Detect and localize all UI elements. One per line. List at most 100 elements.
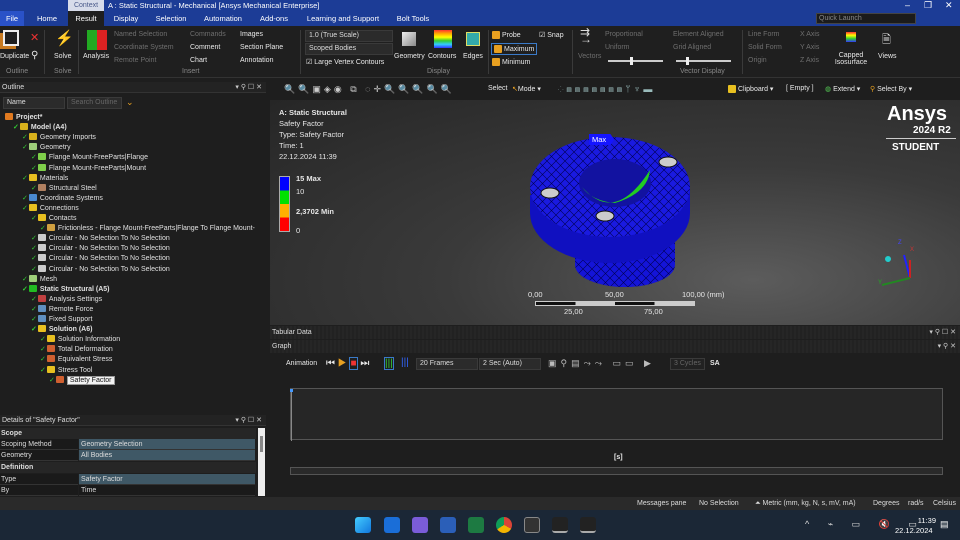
delete-icon[interactable]: ✕: [30, 31, 39, 44]
mechanical-icon[interactable]: [580, 517, 596, 533]
clock-date[interactable]: 22.12.2024: [895, 526, 933, 535]
tree-item[interactable]: ✓ Remote Force: [31, 304, 93, 315]
tab-file[interactable]: File: [0, 11, 24, 26]
tree-item[interactable]: ✓ Equivalent Stress: [40, 355, 112, 365]
excel-icon[interactable]: [468, 517, 484, 533]
animation-controls[interactable]: ⏮ ▶ ■ ⏭: [326, 357, 369, 370]
tree-item[interactable]: Project*: [4, 113, 42, 123]
tree-item[interactable]: ✓ Circular - No Selection To No Selection: [31, 244, 170, 254]
minimum-button[interactable]: Minimum: [492, 58, 530, 66]
messages-pane-button[interactable]: Messages pane: [637, 497, 686, 510]
tabular-data-header[interactable]: Tabular Data ▾ ⚲ ☐ ✕: [270, 326, 960, 339]
tab-home[interactable]: Home: [28, 11, 66, 26]
graph-header[interactable]: Graph ▾ ⚲ ✕: [270, 340, 960, 353]
scope-select[interactable]: Scoped Bodies: [305, 43, 393, 55]
details-value[interactable]: Geometry Selection: [79, 439, 255, 450]
duplicate-button[interactable]: Duplicate: [0, 53, 29, 60]
element-aligned-button[interactable]: Element Aligned: [673, 31, 724, 38]
line-form-button[interactable]: Line Form: [748, 31, 780, 38]
remote-point-button[interactable]: Remote Point: [114, 57, 156, 64]
play-icon[interactable]: ▶: [338, 358, 347, 369]
tree-item[interactable]: ✓ Static Structural (A5): [22, 284, 110, 295]
comment-button[interactable]: Comment: [190, 44, 220, 51]
start-icon[interactable]: [355, 517, 371, 533]
max-probe-label[interactable]: Max: [589, 134, 615, 145]
tree-item[interactable]: ✓ Contacts: [31, 214, 77, 224]
z-axis-button[interactable]: Z Axis: [800, 57, 819, 64]
first-frame-icon[interactable]: ⏮: [326, 358, 335, 369]
stop-icon[interactable]: ■: [349, 357, 358, 370]
contours-button[interactable]: Contours: [428, 53, 456, 60]
maximum-button[interactable]: Maximum: [491, 43, 538, 55]
details-value[interactable]: Safety Factor: [79, 474, 255, 485]
tree-item[interactable]: ✓ Flange Mount-FreeParts|Mount: [31, 163, 146, 174]
tree-item[interactable]: ✓ Coordinate Systems: [22, 193, 103, 204]
views-button[interactable]: Views: [878, 53, 897, 60]
solid-form-button[interactable]: Solid Form: [748, 44, 782, 51]
tree-item[interactable]: ✓ Materials: [22, 173, 68, 184]
clock-time[interactable]: 11:39: [912, 516, 936, 525]
tree-item[interactable]: ✓ Total Deformation: [40, 345, 113, 355]
panel-controls[interactable]: ▾ ⚲ ☐ ✕: [235, 82, 262, 93]
commands-button[interactable]: Commands: [190, 31, 226, 38]
origin-button[interactable]: Origin: [748, 57, 767, 64]
workbench-icon[interactable]: [552, 517, 568, 533]
cycles-input[interactable]: 3 Cycles: [670, 358, 705, 370]
geometry-button[interactable]: Geometry: [394, 53, 425, 60]
sa-button[interactable]: SA: [710, 360, 720, 367]
coordinate-system-button[interactable]: Coordinate System: [114, 44, 174, 51]
filter-chevron-icon[interactable]: ⌄: [126, 97, 134, 108]
details-scrollbar[interactable]: [258, 428, 265, 496]
uniform-button[interactable]: Uniform: [605, 44, 630, 51]
section-plane-button[interactable]: Section Plane: [240, 44, 283, 51]
notifications-icon[interactable]: ▤: [940, 519, 949, 530]
minimize-button[interactable]: –: [905, 0, 910, 11]
analysis-button[interactable]: Analysis: [83, 53, 109, 60]
probe-button[interactable]: Probe: [492, 31, 521, 39]
tree-item[interactable]: ✓ Analysis Settings: [31, 294, 102, 305]
large-vertex-checkbox[interactable]: ☑ Large Vertex Contours: [306, 58, 384, 66]
last-frame-icon[interactable]: ⏭: [360, 358, 369, 369]
notion-icon[interactable]: [524, 517, 540, 533]
tab-add-ons[interactable]: Add-ons: [254, 11, 294, 26]
quick-launch-input[interactable]: Quick Launch: [816, 13, 916, 24]
tree-item[interactable]: ✓ Model (A4): [13, 123, 67, 133]
vector-density-slider[interactable]: [676, 57, 731, 65]
animation-tools-icons[interactable]: ▣⚲▤⤳⤳ ▭▭ ▶: [548, 358, 655, 369]
outline-search-input[interactable]: Search Outline: [67, 97, 122, 109]
panel-controls[interactable]: ▾ ⚲ ✕: [938, 340, 956, 353]
chrome-icon[interactable]: [496, 517, 512, 533]
select-by-button[interactable]: ⚲ Select By ▾: [870, 85, 912, 93]
duration-select[interactable]: 2 Sec (Auto): [479, 358, 541, 370]
tab-display[interactable]: Display: [106, 11, 146, 26]
close-button[interactable]: ✕: [945, 0, 953, 11]
distributed-frames-icon[interactable]: |||: [384, 357, 394, 370]
selection-filter-icons[interactable]: ⁘▤▤▤▤▤▤▤ᛘ♆▬: [558, 84, 655, 94]
word-icon[interactable]: [440, 517, 456, 533]
vectors-button[interactable]: Vectors: [578, 53, 601, 60]
outline-filter-select[interactable]: Name: [3, 97, 65, 109]
vector-length-slider[interactable]: [608, 57, 663, 65]
images-button[interactable]: Images: [240, 31, 263, 38]
x-axis-button[interactable]: X Axis: [800, 31, 819, 38]
extend-button[interactable]: ◍ Extend ▾: [825, 85, 860, 93]
graph-area[interactable]: [290, 388, 943, 441]
flange-model[interactable]: [520, 125, 730, 295]
tree-item[interactable]: ✓ Mesh: [22, 274, 57, 285]
tree-item[interactable]: ✓ Connections: [22, 203, 79, 214]
restore-button[interactable]: ❐: [924, 0, 932, 11]
tab-automation[interactable]: Automation: [198, 11, 248, 26]
proportional-button[interactable]: Proportional: [605, 31, 643, 38]
tab-learning-support[interactable]: Learning and Support: [302, 11, 384, 26]
tab-selection[interactable]: Selection: [150, 11, 192, 26]
copilot-icon[interactable]: [412, 517, 428, 533]
tree-item[interactable]: ✓ Flange Mount-FreeParts|Flange: [31, 153, 148, 163]
mode-button[interactable]: ↖Mode ▾: [512, 85, 541, 93]
tree-item[interactable]: ✓ Circular - No Selection To No Selection: [31, 264, 170, 275]
outlook-icon[interactable]: [384, 517, 400, 533]
graphics-viewport[interactable]: A: Static Structural Safety Factor Type:…: [270, 100, 960, 325]
timeline-scrollbar[interactable]: [290, 467, 943, 475]
solve-button[interactable]: Solve: [54, 53, 72, 60]
snap-checkbox[interactable]: ☑ Snap: [539, 31, 564, 39]
named-selection-button[interactable]: Named Selection: [114, 31, 167, 38]
